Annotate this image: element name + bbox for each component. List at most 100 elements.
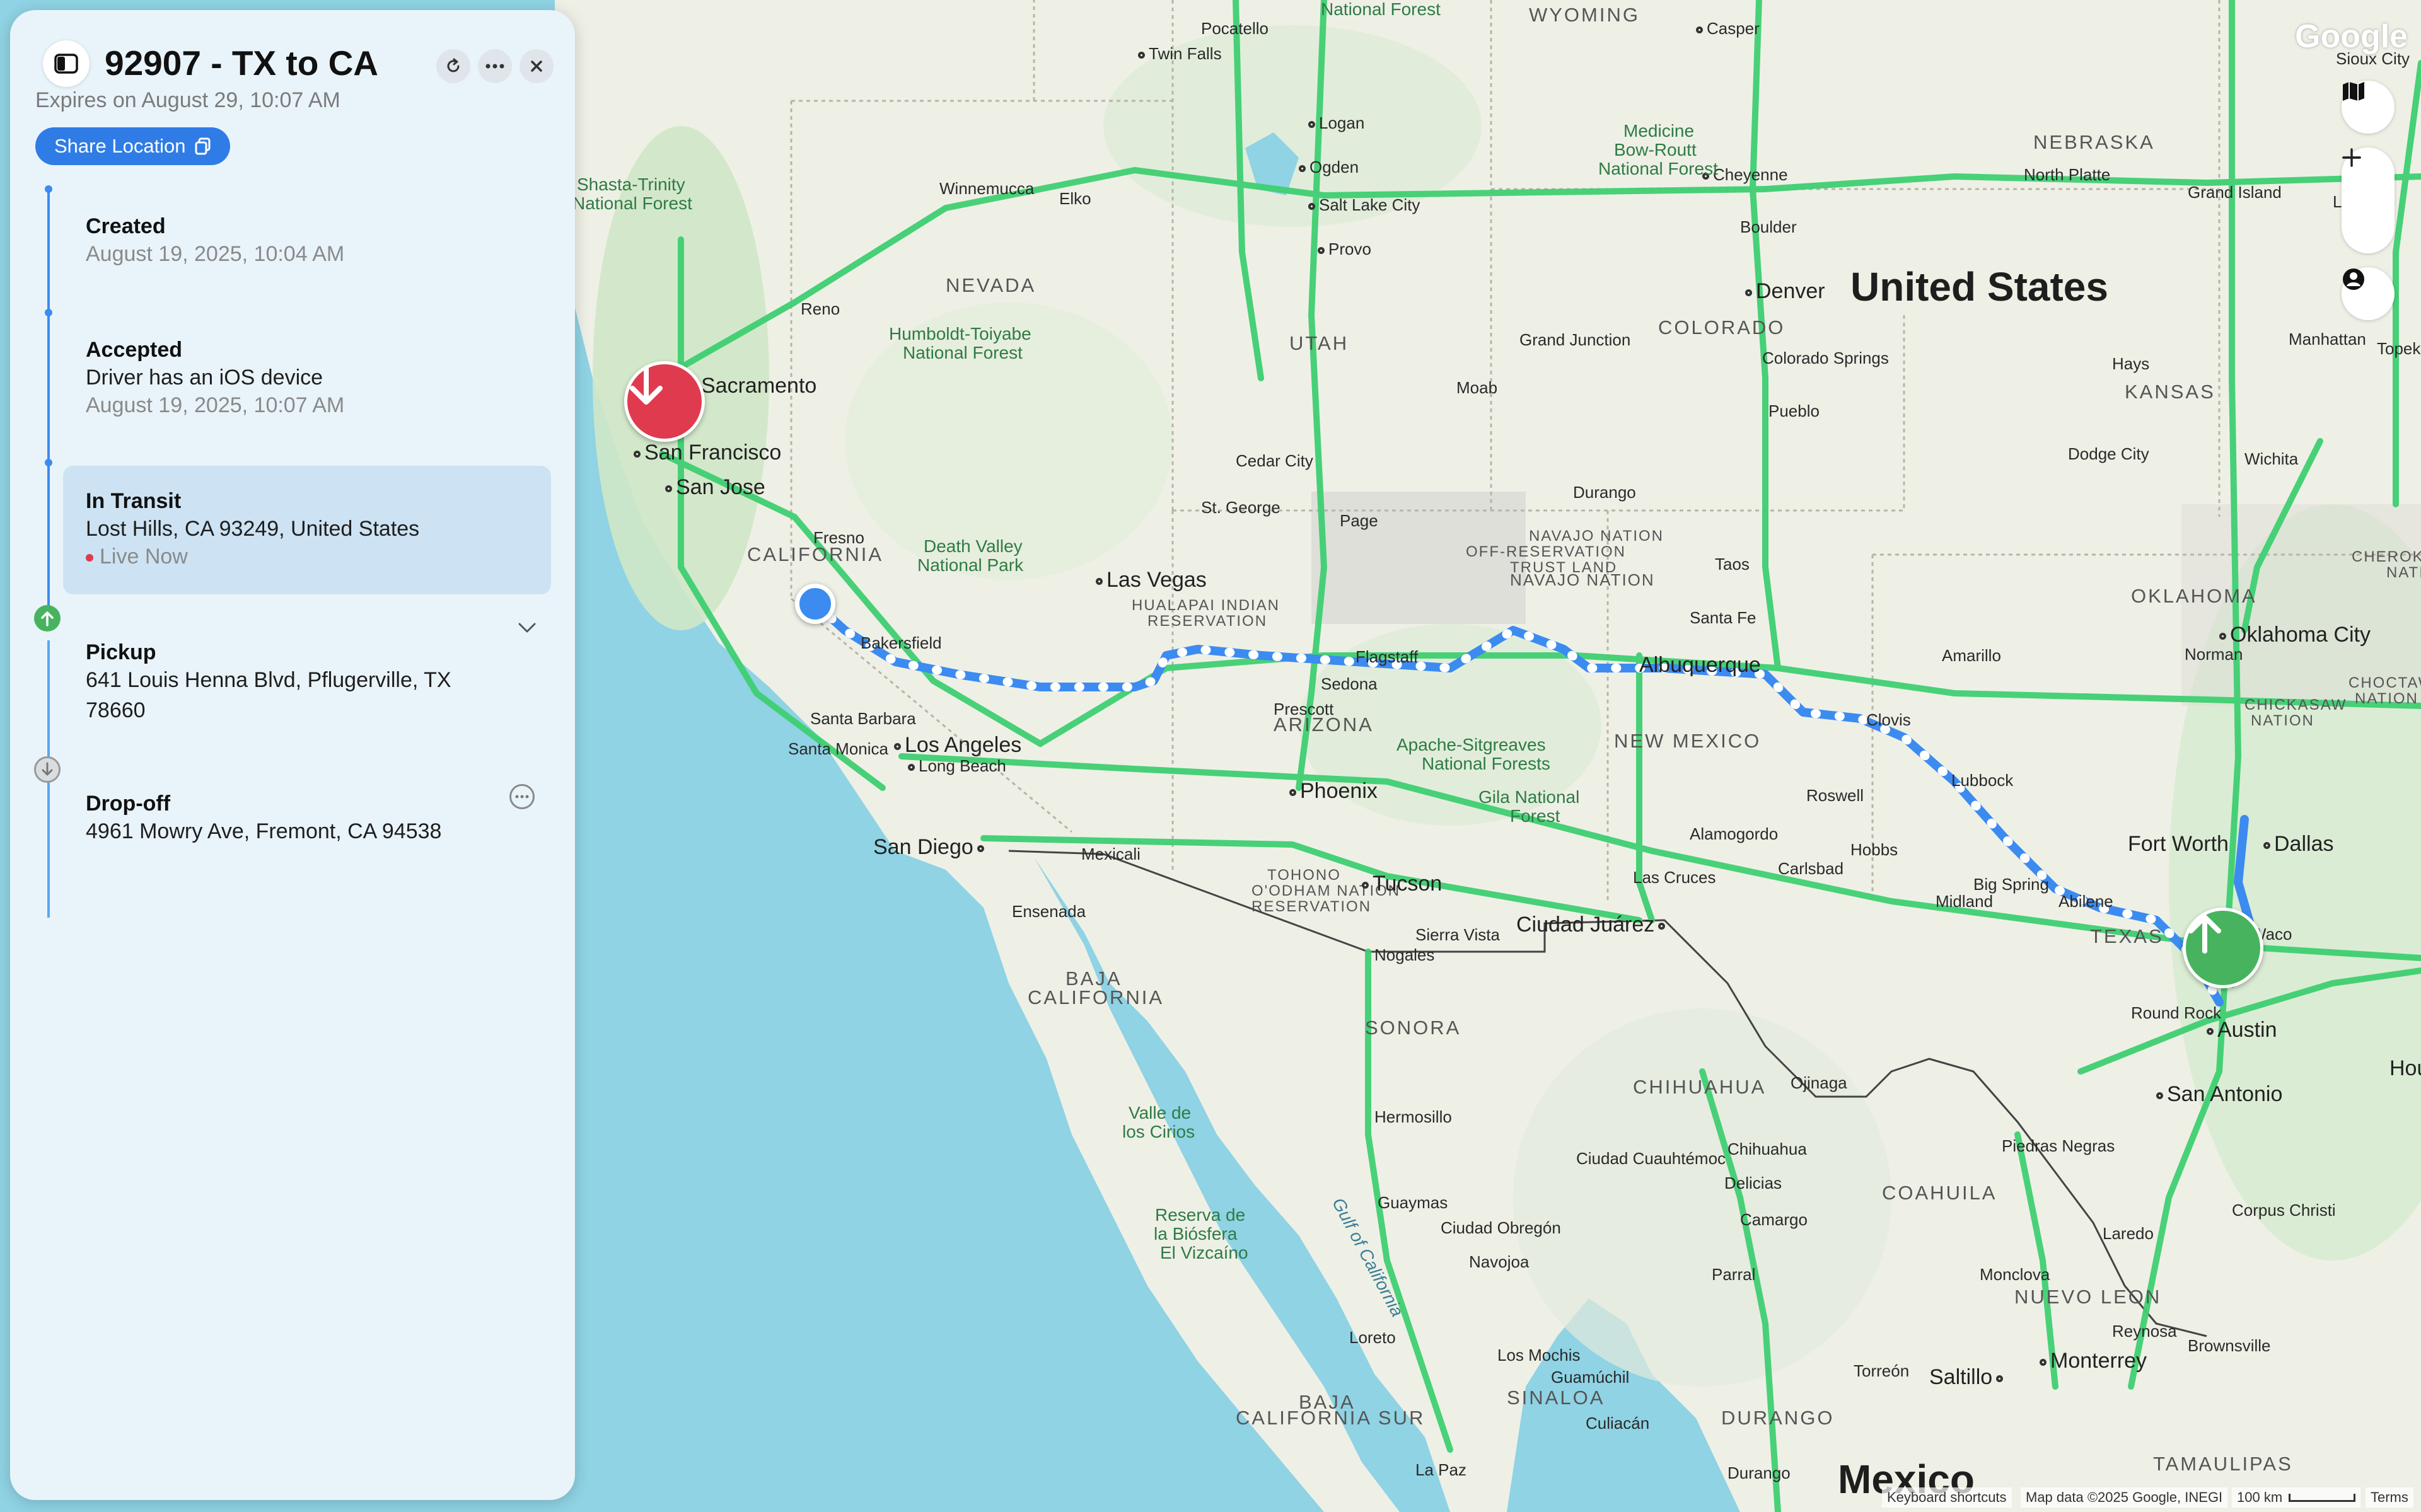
scale-bar: 100 km	[2232, 1487, 2361, 1508]
pickup-address-line1: 641 Louis Henna Blvd, Pflugerville, TX	[86, 668, 451, 692]
city-label: Monterrey	[2040, 1349, 2147, 1373]
share-location-button[interactable]: Share Location	[35, 127, 230, 165]
reservation-label: NATION	[2355, 690, 2418, 707]
city-label: Dodge City	[2068, 444, 2149, 463]
city-label: Ciudad Obregón	[1441, 1218, 1561, 1237]
city-label: Casper	[1696, 19, 1760, 38]
city-label: Winnemucca	[939, 179, 1035, 198]
sidebar-toggle-button[interactable]	[43, 40, 90, 87]
park-label: Reserva de	[1155, 1205, 1246, 1225]
state-label: WYOMING	[1529, 4, 1640, 26]
city-label: Laredo	[2103, 1224, 2154, 1243]
state-label: TEXAS	[2090, 925, 2164, 947]
park-label: los Cirios	[1122, 1122, 1195, 1141]
city-label: Fresno	[813, 528, 864, 547]
city-label: Ojinaga	[1791, 1073, 1847, 1092]
reservation-label: TOHONO	[1267, 867, 1341, 884]
map-layers-button[interactable]	[2342, 81, 2395, 134]
terms-link[interactable]: Terms	[2366, 1487, 2413, 1508]
city-label: Ciudad Juárez	[1516, 913, 1669, 937]
state-label: CALIFORNIA SUR	[1236, 1407, 1425, 1429]
city-label: Ciudad Cuauhtémoc	[1576, 1149, 1726, 1168]
reservation-label: CHEROKEE	[2352, 548, 2421, 565]
timeline-dot	[45, 309, 52, 316]
city-label: Sacramento	[690, 374, 816, 398]
reservation-label: NATION	[2386, 564, 2421, 581]
google-logo: Google	[2295, 18, 2408, 55]
city-label: North Platte	[2024, 165, 2111, 184]
state-label: NEVADA	[946, 274, 1036, 296]
arrow-up-icon	[41, 611, 54, 626]
city-label: Las Cruces	[1633, 868, 1716, 887]
city-label: Colorado Springs	[1762, 349, 1889, 367]
state-label: OKLAHOMA	[2131, 585, 2257, 607]
current-location-marker[interactable]	[795, 584, 835, 624]
city-label: Nogales	[1374, 945, 1435, 964]
city-label: Topeka	[2377, 339, 2421, 358]
city-label: Phoenix	[1289, 779, 1378, 804]
keyboard-shortcuts-link[interactable]: Keyboard shortcuts	[1882, 1487, 2012, 1508]
street-view-button[interactable]	[2342, 267, 2395, 320]
arrow-up-icon	[2188, 915, 2221, 954]
city-label: Sierra Vista	[1415, 925, 1500, 944]
park-label: National Forests	[1422, 754, 1550, 773]
city-label: Torreón	[1854, 1361, 1910, 1380]
city-label: Alamogordo	[1690, 824, 1779, 843]
park-label: National Forest	[572, 193, 692, 213]
arrow-down-icon	[42, 762, 53, 776]
pickup-pin[interactable]	[2183, 908, 2263, 988]
city-label: San Francisco	[634, 441, 781, 465]
zoom-out-icon	[2342, 156, 2361, 159]
city-label: Provo	[1318, 239, 1371, 259]
city-label: Elko	[1059, 189, 1091, 208]
park-label: Shasta-Trinity	[577, 175, 685, 194]
city-label: Denver	[1745, 279, 1825, 304]
state-label: COAHUILA	[1882, 1182, 1997, 1204]
city-label: Guaymas	[1378, 1193, 1448, 1212]
city-label: San Antonio	[2156, 1082, 2282, 1107]
city-label: Brownsville	[2188, 1336, 2271, 1355]
city-label: Santa Fe	[1690, 608, 1756, 627]
dropoff-options-button[interactable]	[509, 784, 535, 809]
city-label: Roswell	[1806, 786, 1864, 805]
reservation-label: NAVAJO NATION	[1529, 528, 1664, 545]
park-label: Humboldt-Toiyabe	[889, 324, 1031, 343]
reservation-label: CHOCTAW	[2348, 674, 2421, 691]
park-label: Death Valley	[924, 536, 1023, 556]
city-label: Cedar City	[1236, 451, 1313, 470]
state-label: TAMAULIPAS	[2153, 1453, 2293, 1475]
city-label: Piedras Negras	[2002, 1136, 2115, 1155]
dropoff-address: 4961 Mowry Ave, Fremont, CA 94538	[86, 819, 442, 843]
city-label: Hermosillo	[1374, 1107, 1452, 1126]
sidebar-toggle-icon	[54, 54, 78, 74]
state-label: CALIFORNIA	[1028, 986, 1164, 1008]
park-label: National Forest	[903, 343, 1023, 362]
expand-button[interactable]	[514, 615, 540, 640]
city-label: Navojoa	[1469, 1252, 1530, 1271]
city-label: Big Spring	[1973, 875, 2049, 894]
city-label: Chihuahua	[1727, 1140, 1807, 1158]
city-label: Reno	[801, 299, 840, 318]
city-label: Prescott	[1274, 700, 1334, 718]
city-label: Logan	[1308, 113, 1364, 133]
city-label: Albuquerque	[1639, 653, 1761, 677]
state-label: SINALOA	[1507, 1387, 1605, 1409]
city-label: Culiacán	[1586, 1414, 1650, 1433]
city-label: Ogden	[1299, 158, 1359, 177]
reservation-label: CHICKASAW	[2244, 696, 2347, 713]
city-label: Grand Island	[2188, 183, 2282, 202]
city-label: Los Mochis	[1497, 1346, 1581, 1365]
more-options-button[interactable]	[478, 49, 512, 83]
dropoff-pin[interactable]	[624, 361, 705, 442]
event-text-in-transit: Lost Hills, CA 93249, United States	[86, 517, 420, 541]
state-label: DURANGO	[1721, 1407, 1835, 1429]
city-label: Hobbs	[1850, 840, 1898, 859]
city-label: Durango	[1573, 483, 1636, 502]
city-label: San Diego	[873, 835, 988, 860]
city-label: Twin Falls	[1138, 44, 1222, 64]
park-label: National Forest	[1598, 159, 1718, 178]
city-label: Parral	[1712, 1265, 1756, 1284]
close-button[interactable]	[520, 49, 554, 83]
event-title-accepted: Accepted	[86, 338, 183, 362]
refresh-button[interactable]	[436, 49, 470, 83]
